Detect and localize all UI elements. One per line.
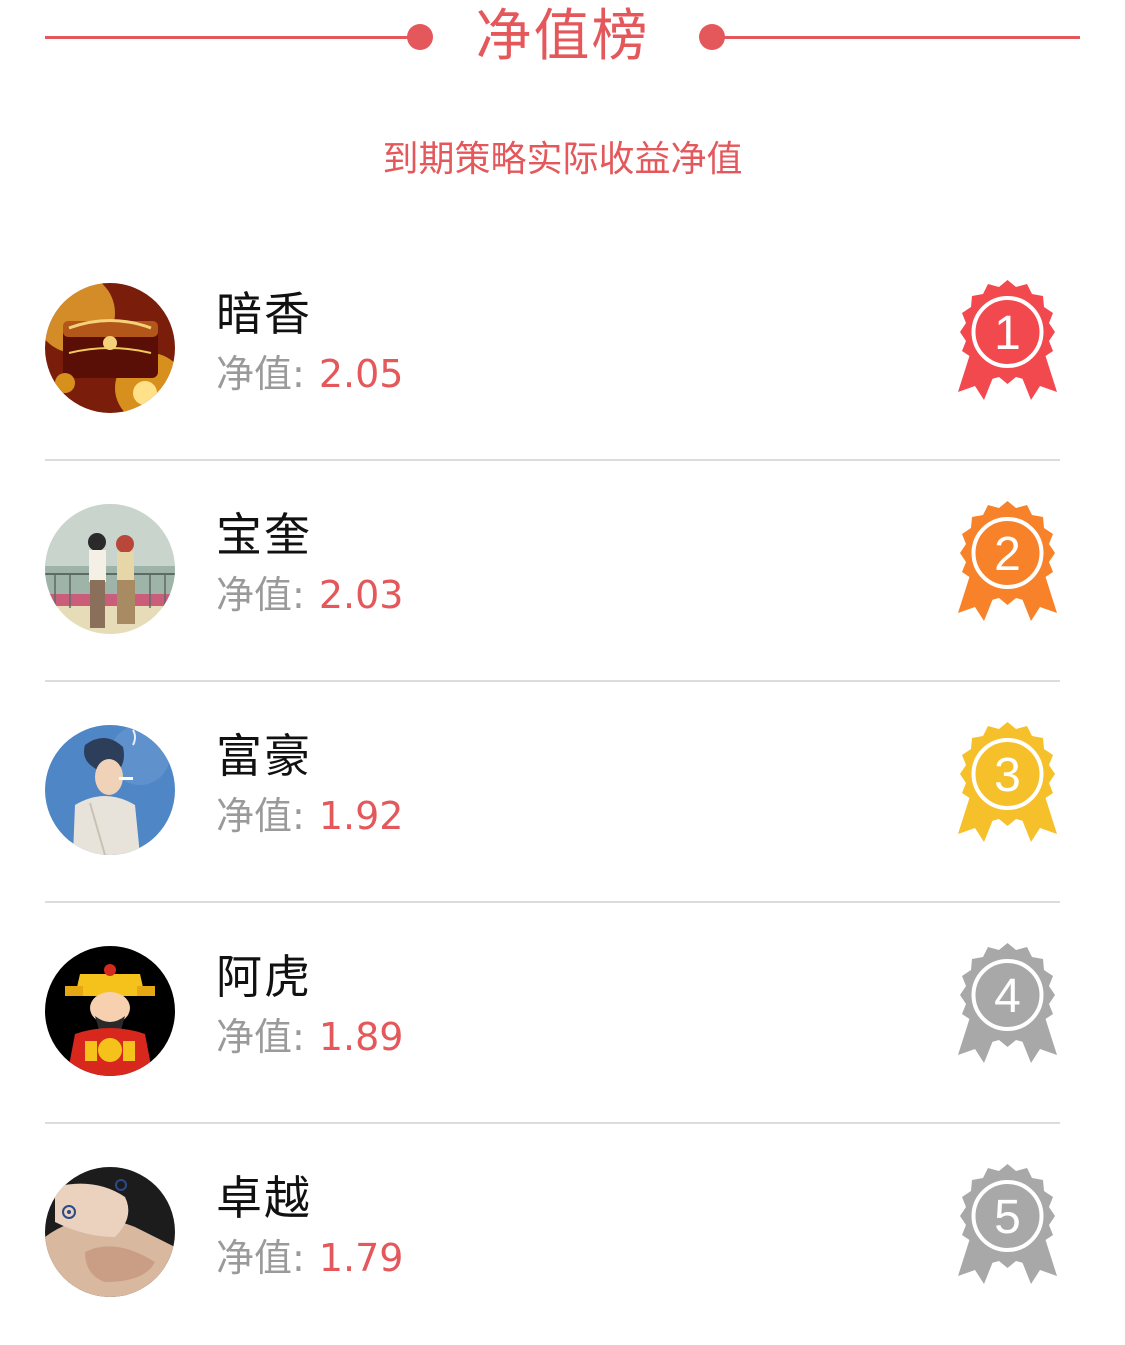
header-right-line — [712, 36, 1080, 39]
net-value: 净值: 2.05 — [216, 350, 403, 398]
page-header: 净值榜 — [0, 0, 1125, 80]
ranking-row[interactable]: 富豪 净值: 1.92 3 — [0, 682, 1125, 903]
rank-2-medal-icon: 2 — [950, 501, 1065, 631]
medal-rank-number: 2 — [994, 528, 1021, 581]
rank-3-medal-icon: 3 — [950, 722, 1065, 852]
ranking-row[interactable]: 阿虎 净值: 1.89 4 — [0, 903, 1125, 1124]
ranking-list: 暗香 净值: 2.05 1 宝奎 净值: 2.03 2 富豪 净值: 1.92 … — [0, 240, 1125, 1345]
user-name: 暗香 — [216, 287, 312, 341]
net-value-label: 净值: — [216, 794, 305, 838]
medal-rank-number: 4 — [994, 970, 1021, 1023]
treasure-box-avatar[interactable] — [45, 283, 175, 413]
couple-balcony-avatar[interactable] — [45, 504, 175, 634]
holding-hands-avatar[interactable] — [45, 1167, 175, 1297]
net-value-label: 净值: — [216, 1236, 305, 1280]
fortune-god-avatar[interactable] — [45, 946, 175, 1076]
page-subtitle: 到期策略实际收益净值 — [382, 139, 743, 180]
net-value-label: 净值: — [216, 1015, 305, 1059]
ranking-row[interactable]: 卓越 净值: 1.79 5 — [0, 1124, 1125, 1345]
net-value: 净值: 2.03 — [216, 571, 403, 619]
rank-1-medal-icon: 1 — [950, 280, 1065, 410]
net-value: 净值: 1.92 — [216, 792, 403, 840]
user-name: 卓越 — [216, 1171, 312, 1225]
net-value-number: 1.89 — [318, 1015, 404, 1059]
user-name: 阿虎 — [216, 950, 312, 1004]
user-name: 富豪 — [216, 729, 312, 783]
rank-5-medal-icon: 5 — [950, 1164, 1065, 1294]
user-name: 宝奎 — [216, 508, 312, 562]
net-value: 净值: 1.89 — [216, 1013, 403, 1061]
page-title: 净值榜 — [475, 4, 650, 69]
net-value-label: 净值: — [216, 352, 305, 396]
net-value-number: 2.05 — [318, 352, 404, 396]
ranking-row[interactable]: 暗香 净值: 2.05 1 — [0, 240, 1125, 461]
rank-4-medal-icon: 4 — [950, 943, 1065, 1073]
net-value-number: 2.03 — [318, 573, 404, 617]
net-value: 净值: 1.79 — [216, 1234, 403, 1282]
header-left-line — [45, 36, 420, 39]
smoking-man-avatar[interactable] — [45, 725, 175, 855]
header-left-dot — [407, 24, 433, 50]
net-value-number: 1.79 — [318, 1236, 404, 1280]
net-value-label: 净值: — [216, 573, 305, 617]
medal-rank-number: 1 — [994, 307, 1021, 360]
medal-rank-number: 5 — [994, 1191, 1021, 1244]
net-value-number: 1.92 — [318, 794, 404, 838]
medal-rank-number: 3 — [994, 749, 1021, 802]
ranking-row[interactable]: 宝奎 净值: 2.03 2 — [0, 461, 1125, 682]
